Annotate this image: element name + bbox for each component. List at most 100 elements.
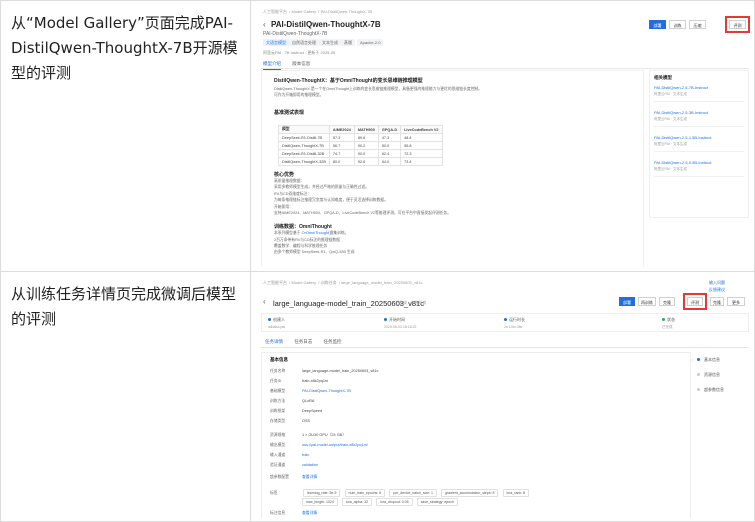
- anchor-label[interactable]: 资源信息: [704, 372, 720, 377]
- back-arrow-icon[interactable]: ‹: [263, 297, 266, 306]
- form-row: 存储类型 OSS: [270, 419, 310, 424]
- page-title: PAI-DistilQwen-ThoughtX-7B: [271, 20, 381, 29]
- summary-label: 运行时长: [509, 317, 525, 322]
- form-row: 验证通道 validation: [270, 463, 318, 468]
- related-model-name[interactable]: PAI-DistilQwen-2.5-3B-Instruct: [654, 110, 744, 115]
- form-label: 训练框架: [270, 409, 286, 413]
- breadcrumb-item[interactable]: Model Gallery: [291, 9, 316, 14]
- tab-job-monitor[interactable]: 任务监控: [324, 339, 342, 347]
- table-cell: 90.2: [353, 141, 379, 150]
- base-model-link[interactable]: PAI-DistilQwen-ThoughtX-7B: [302, 389, 351, 393]
- highlight-box: [725, 16, 750, 33]
- form-row: max_length: 1024 lora_alpha: 32 lora_dro…: [302, 498, 461, 506]
- summary-value: 2025-06-03 18:16:22: [384, 325, 417, 329]
- form-row: 训练框架 DeepSpeed: [270, 409, 322, 414]
- table-row: DistilQwen-ThoughtX-32B 80.0 92.6 64.0 7…: [278, 157, 443, 166]
- validation-channel-link[interactable]: validation: [302, 463, 318, 467]
- anchor-nav: 基本信息 资源信息 超参数信息: [697, 357, 724, 402]
- hyperparam-chip: lora_alpha: 32: [341, 498, 373, 506]
- deploy-button[interactable]: 部署: [619, 297, 635, 306]
- description-cell: 从训练任务详情页完成微调后模型的评测: [1, 272, 251, 522]
- annotation-link[interactable]: 查看详情: [302, 511, 317, 515]
- anchor-dot-icon: [697, 358, 700, 361]
- related-model-name[interactable]: PAI-DistilQwen-2.5-0.5B-Instruct: [654, 160, 744, 165]
- train-button[interactable]: 训练: [669, 20, 686, 29]
- summary-item: 运行时长 2h 14m 08s: [504, 317, 525, 329]
- form-label: 资源规格: [270, 433, 286, 437]
- form-label: 输入通道: [270, 453, 286, 457]
- status-dot-icon: [662, 318, 665, 321]
- related-model-meta: 阿里云PAI · 文本生成: [654, 117, 687, 121]
- table-row: 从“Model Gallery”页面完成PAI-DistilQwen-Thoug…: [1, 1, 755, 272]
- training-data-line: 覆盖数学、编程与科学推理任务: [274, 244, 328, 248]
- model-gallery-screenshot: 人工智能平台 / Model Gallery / PAI-DistilQwen-…: [257, 6, 750, 266]
- anchor-item[interactable]: 资源信息: [697, 372, 724, 378]
- training-job-screenshot: 人工智能平台 / Model Gallery / 训练任务 / large_la…: [257, 277, 750, 518]
- hyperparam-chip: lora_rank: 8: [502, 489, 530, 497]
- tab-job-logs[interactable]: 任务日志: [294, 339, 312, 347]
- more-button[interactable]: 更多: [727, 297, 745, 306]
- column-header: LiveCodeBench V2: [400, 125, 443, 134]
- related-model-name[interactable]: PAI-DistilQwen-2.5-1.5B-Instruct: [654, 135, 744, 140]
- table-cell: 47.3: [377, 133, 402, 142]
- breadcrumb-item[interactable]: Model Gallery: [291, 280, 316, 285]
- related-model-item[interactable]: PAI-DistilQwen-2.5-0.5B-Instruct 阿里云PAI …: [654, 160, 744, 177]
- top-link[interactable]: 反馈建议: [709, 287, 725, 293]
- status-dot-icon: [268, 318, 271, 321]
- table-cell: 90.0: [353, 149, 379, 158]
- hyperparams-link[interactable]: 查看详情: [302, 475, 317, 479]
- table-cell: DistilQwen-ThoughtX-7B: [278, 141, 330, 150]
- breadcrumb-item[interactable]: 训练任务: [321, 280, 337, 285]
- related-models-panel: 相关模型 PAI-DistilQwen-2.5-7B-Instruct 阿里云P…: [649, 70, 749, 218]
- anchor-label[interactable]: 超参数信息: [704, 387, 724, 392]
- related-model-item[interactable]: PAI-DistilQwen-2.5-3B-Instruct 阿里云PAI · …: [654, 110, 744, 127]
- form-label: 标签: [270, 491, 278, 495]
- clone-button-alt[interactable]: 克隆: [659, 297, 675, 306]
- summary-item: 开始时间 2025-06-03 18:16:22: [384, 317, 417, 329]
- related-model-item[interactable]: PAI-DistilQwen-2.5-1.5B-Instruct 阿里云PAI …: [654, 135, 744, 152]
- omnithought-link[interactable]: OmniThought: [306, 231, 330, 235]
- form-value: OSS: [302, 419, 311, 423]
- tag: 自然语言处理: [289, 39, 319, 46]
- form-label: 任务ID: [270, 379, 282, 383]
- related-model-item[interactable]: PAI-DistilQwen-2.5-7B-Instruct 阿里云PAI · …: [654, 85, 744, 102]
- table-cell: 80.0: [328, 157, 355, 166]
- intro-heading: DistilQwen-ThoughtX：基于OmniThought的变长思维链推…: [274, 78, 423, 84]
- status-dot-icon: [384, 318, 387, 321]
- breadcrumb-item[interactable]: 人工智能平台: [263, 9, 287, 14]
- tag: 文本生成: [319, 39, 341, 46]
- deploy-button[interactable]: 部署: [649, 20, 666, 29]
- anchor-dot-icon: [697, 388, 700, 391]
- summary-item: 创建人 alibaba-pai: [268, 317, 285, 329]
- anchor-item[interactable]: 基本信息: [697, 357, 724, 363]
- related-model-name[interactable]: PAI-DistilQwen-2.5-7B-Instruct: [654, 85, 744, 90]
- form-row: 超参数配置 查看详情: [270, 475, 317, 480]
- retrain-button[interactable]: 再训练: [638, 297, 656, 306]
- back-arrow-icon[interactable]: ‹: [263, 20, 266, 29]
- clone-button[interactable]: 克隆: [710, 297, 724, 306]
- advantages-heading: 核心优势: [274, 172, 295, 178]
- top-link[interactable]: 输入问题: [709, 280, 725, 286]
- input-channel-link[interactable]: train: [302, 453, 309, 457]
- hyperparam-chip: save_strategy: epoch: [416, 498, 458, 506]
- form-row: 基础模型 PAI-DistilQwen-ThoughtX-7B: [270, 389, 351, 394]
- column-header: 模型: [278, 125, 330, 134]
- table-cell: 73.4: [400, 157, 443, 166]
- advantage-line: RV与CD双维度标注：: [274, 192, 312, 196]
- advantage-line: 采用多教师模型生成，并经过严格的质量与正确性过滤。: [274, 185, 369, 189]
- form-label: 验证通道: [270, 463, 286, 467]
- breadcrumb: 人工智能平台 / Model Gallery / 训练任务 / large_la…: [263, 280, 423, 285]
- table-cell: 62.4: [377, 149, 402, 158]
- breadcrumb-item[interactable]: 人工智能平台: [263, 280, 287, 285]
- anchor-label[interactable]: 基本信息: [704, 357, 720, 362]
- benchmark-heading: 基准测试表现: [274, 110, 305, 116]
- anchor-item[interactable]: 超参数信息: [697, 387, 724, 393]
- table-cell: 55.8: [400, 141, 443, 150]
- tag: 大语言模型: [263, 39, 289, 46]
- compress-button[interactable]: 压缩: [689, 20, 706, 29]
- form-row: 标注信息 查看详情: [270, 511, 317, 516]
- hyperparam-chip: per_device_batch_size: 1: [389, 489, 437, 497]
- model-meta: 阿里云PAI · 7B Instruct · 更新于 2025-05: [263, 50, 336, 55]
- output-model-link[interactable]: oss://pai-model-output/train-x8k2pq1m/: [302, 443, 368, 447]
- table-cell: DeepSeek-R1-Distill-32B: [278, 149, 330, 158]
